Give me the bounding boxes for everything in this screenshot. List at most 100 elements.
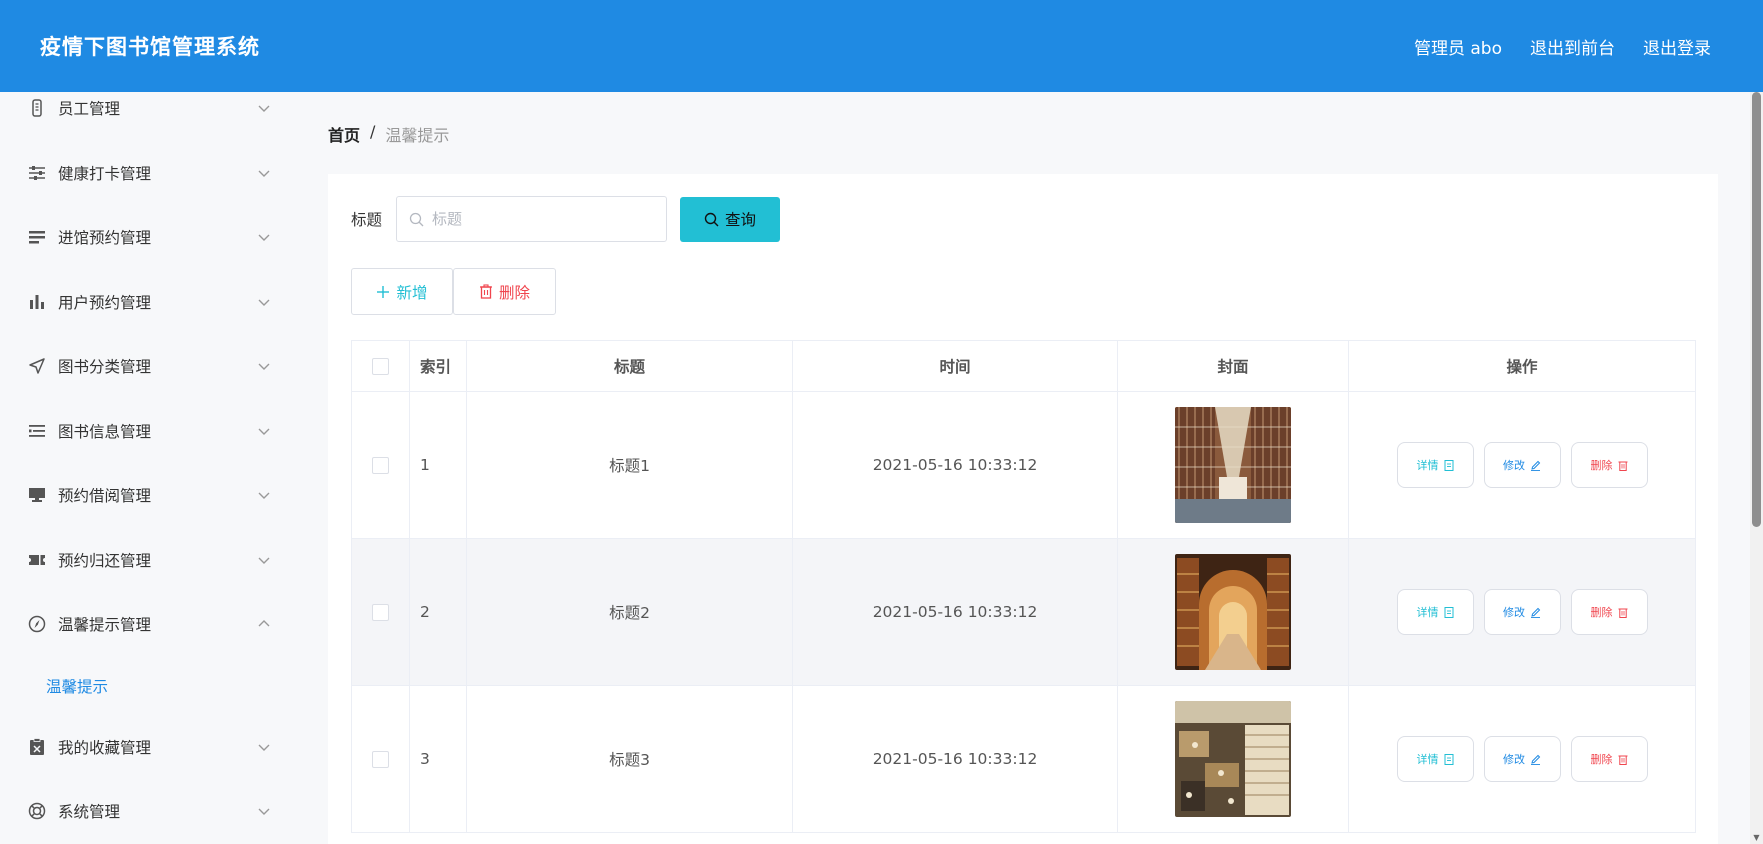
- sidebar-item-label: 图书分类管理: [58, 358, 152, 377]
- sidebar-item-label: 我的收藏管理: [58, 738, 152, 757]
- compass-icon: [28, 615, 46, 633]
- table-row: 3 标题3 2021-05-16 10:33:12 详情 修改 删除: [352, 686, 1696, 833]
- query-button-label: 查询: [725, 212, 757, 229]
- table-row: 2 标题2 2021-05-16 10:33:12 详情 修改 删除: [352, 539, 1696, 686]
- breadcrumb: 首页 / 温馨提示: [328, 122, 449, 146]
- sidebar-item-borrow-reservation[interactable]: 预约借阅管理: [0, 463, 300, 528]
- column-header-index: 索引: [410, 341, 467, 392]
- logout-link[interactable]: 退出登录: [1643, 34, 1711, 59]
- column-header-title: 标题: [467, 341, 793, 392]
- sidebar-item-favorites[interactable]: 我的收藏管理: [0, 715, 300, 780]
- edit-icon: [1531, 460, 1541, 471]
- lifebuoy-icon: [28, 802, 46, 820]
- row-title: 标题1: [467, 392, 793, 539]
- chevron-down-icon: [258, 492, 270, 500]
- table-body: 1 标题1 2021-05-16 10:33:12 详情 修改 删除 2 标题2…: [352, 392, 1696, 833]
- delete-button[interactable]: 删除: [1570, 589, 1648, 635]
- detail-button-label: 详情: [1416, 607, 1439, 619]
- row-index: 1: [410, 392, 467, 539]
- select-all-checkbox[interactable]: [372, 357, 389, 375]
- add-button[interactable]: 新增: [351, 268, 453, 315]
- sidebar-item-system[interactable]: 系统管理: [0, 779, 300, 844]
- search-input[interactable]: [432, 210, 653, 228]
- column-header-cover: 封面: [1118, 341, 1349, 392]
- chevron-down-icon: [258, 557, 270, 564]
- row-checkbox-cell: [352, 539, 410, 686]
- row-actions: 详情 修改 删除: [1349, 392, 1696, 539]
- row-title: 标题3: [467, 686, 793, 833]
- row-actions: 详情 修改 删除: [1349, 686, 1696, 833]
- search-label: 标题: [351, 211, 383, 229]
- cover-image-library-hall[interactable]: [1175, 407, 1291, 523]
- sidebar-subitem-tips[interactable]: 温馨提示: [0, 657, 300, 715]
- detail-button[interactable]: 详情: [1396, 736, 1474, 782]
- sidebar-item-tips[interactable]: 温馨提示管理: [0, 592, 300, 657]
- sidebar-item-label: 预约归还管理: [58, 551, 152, 570]
- content-panel: 标题 查询 新增 删除 索引 标题: [328, 174, 1718, 844]
- sidebar-item-label: 温馨提示管理: [58, 616, 152, 635]
- detail-button[interactable]: 详情: [1396, 442, 1474, 488]
- sidebar-item-label: 用户预约管理: [58, 293, 152, 312]
- cover-image-bookstore[interactable]: [1175, 701, 1291, 817]
- breadcrumb-separator: /: [370, 122, 376, 141]
- navigation-icon: [28, 357, 46, 375]
- chevron-down-icon: [258, 170, 270, 177]
- cover-image-library-arch[interactable]: [1175, 554, 1291, 670]
- row-checkbox[interactable]: [372, 750, 389, 768]
- row-cover-cell: [1118, 686, 1349, 833]
- chevron-down-icon: [258, 428, 270, 435]
- row-checkbox[interactable]: [372, 603, 389, 621]
- batch-delete-label: 删除: [498, 284, 530, 302]
- trash-icon: [1618, 608, 1627, 618]
- sidebar-item-label: 健康打卡管理: [58, 164, 152, 183]
- edit-button-label: 修改: [1503, 460, 1525, 472]
- search-icon: [409, 212, 424, 226]
- row-checkbox[interactable]: [372, 456, 389, 474]
- sidebar-item-book-info[interactable]: 图书信息管理: [0, 399, 300, 464]
- page-scrollbar-thumb[interactable]: [1752, 92, 1761, 527]
- delete-button-label: 删除: [1590, 460, 1613, 472]
- row-index: 3: [410, 686, 467, 833]
- ticket-icon: [28, 551, 46, 569]
- table-header-row: 索引 标题 时间 封面 操作: [352, 341, 1696, 392]
- detail-button-label: 详情: [1416, 754, 1439, 766]
- edit-button[interactable]: 修改: [1483, 589, 1561, 635]
- delete-button-label: 删除: [1590, 607, 1613, 619]
- detail-button[interactable]: 详情: [1396, 589, 1474, 635]
- edit-icon: [1531, 754, 1541, 765]
- breadcrumb-home[interactable]: 首页: [328, 122, 360, 146]
- edit-button-label: 修改: [1503, 607, 1525, 619]
- sidebar-item-health-checkin[interactable]: 健康打卡管理: [0, 141, 300, 206]
- admin-user-link[interactable]: 管理员 abo: [1414, 34, 1502, 59]
- search-icon: [704, 212, 719, 226]
- sidebar-item-return-reservation[interactable]: 预约归还管理: [0, 528, 300, 593]
- sidebar-item-user-reservation[interactable]: 用户预约管理: [0, 270, 300, 335]
- header-actions: 管理员 abo 退出到前台 退出登录: [1414, 34, 1711, 59]
- search-box[interactable]: [396, 196, 668, 242]
- trash-icon: [1618, 755, 1627, 765]
- column-header-time: 时间: [793, 341, 1118, 392]
- add-button-label: 新增: [396, 284, 428, 302]
- delete-button[interactable]: 删除: [1570, 736, 1648, 782]
- scroll-down-arrow-icon[interactable]: ▼: [1752, 833, 1761, 842]
- chevron-down-icon: [258, 744, 270, 751]
- chevron-down-icon: [258, 808, 270, 816]
- chevron-down-icon: [258, 299, 270, 306]
- sidebar-item-entry-reservation[interactable]: 进馆预约管理: [0, 205, 300, 270]
- sidebar-item-staff[interactable]: 员工管理: [0, 92, 300, 141]
- app-title: 疫情下图书馆管理系统: [40, 35, 260, 59]
- sidebar-item-book-category[interactable]: 图书分类管理: [0, 334, 300, 399]
- breadcrumb-current: 温馨提示: [385, 126, 450, 145]
- edit-button[interactable]: 修改: [1483, 442, 1561, 488]
- document-icon: [1444, 606, 1453, 618]
- detail-button-label: 详情: [1416, 460, 1439, 472]
- batch-delete-button[interactable]: 删除: [453, 268, 556, 315]
- delete-button-label: 删除: [1590, 754, 1613, 766]
- row-checkbox-cell: [352, 392, 410, 539]
- id-badge-icon: [28, 99, 46, 117]
- exit-to-frontend-link[interactable]: 退出到前台: [1530, 34, 1615, 59]
- query-button[interactable]: 查询: [680, 196, 781, 242]
- delete-button[interactable]: 删除: [1570, 442, 1648, 488]
- edit-button[interactable]: 修改: [1483, 736, 1561, 782]
- row-time: 2021-05-16 10:33:12: [793, 539, 1118, 686]
